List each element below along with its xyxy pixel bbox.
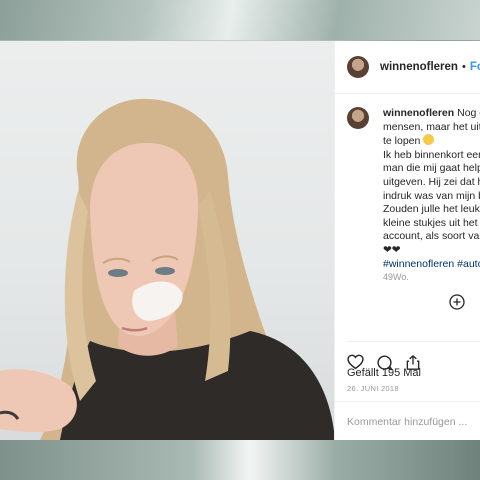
caption-line: mensen, maar het uit bbox=[383, 120, 480, 133]
background-bottom bbox=[0, 440, 480, 480]
likes-count[interactable]: Gefällt 195 Mal bbox=[347, 367, 421, 379]
caption-line: Zouden julle het leuk bbox=[383, 203, 480, 216]
caption-avatar[interactable] bbox=[347, 107, 369, 129]
caption-hashtags[interactable]: #winnenofleren #auto bbox=[383, 258, 480, 270]
instagram-post: winnenofleren • Folg winnenofleren Nog e… bbox=[0, 41, 480, 440]
caption-line: te lopen bbox=[383, 135, 421, 148]
background-top bbox=[0, 0, 480, 40]
comment-box: Kommentar hinzufügen ... bbox=[335, 401, 480, 441]
plus-circle-icon[interactable] bbox=[449, 294, 465, 310]
caption-line: indruk was van mijn b bbox=[383, 189, 480, 202]
caption-text: winnenofleren Nog e mensen, maar het uit… bbox=[383, 107, 480, 285]
post-date: 26. JUNI 2018 bbox=[347, 384, 399, 393]
caption-line: Ik heb binnenkort een bbox=[383, 148, 480, 161]
avatar[interactable] bbox=[347, 56, 369, 78]
caption: winnenofleren Nog e mensen, maar het uit… bbox=[347, 107, 480, 285]
header-username[interactable]: winnenofleren bbox=[380, 61, 458, 73]
caption-line: Nog e bbox=[457, 107, 480, 119]
smile-emoji-icon bbox=[423, 134, 435, 146]
caption-line: kleine stukjes uit het bbox=[383, 216, 478, 229]
caption-line: uitgeven. Hij zei dat h bbox=[383, 175, 480, 188]
portrait-image bbox=[0, 98, 334, 440]
caption-line: man die mij gaat help bbox=[383, 162, 480, 175]
post-header: winnenofleren • Folg bbox=[335, 41, 480, 94]
comment-input[interactable]: Kommentar hinzufügen ... bbox=[347, 416, 467, 428]
caption-line: account, als soort var bbox=[383, 230, 480, 243]
post-photo bbox=[0, 41, 334, 440]
caption-time: 49Wo. bbox=[383, 272, 409, 283]
caption-username[interactable]: winnenofleren bbox=[383, 107, 454, 119]
follow-button[interactable]: Folg bbox=[470, 61, 480, 73]
post-sidebar: winnenofleren • Folg winnenofleren Nog e… bbox=[334, 41, 480, 440]
separator-dot: • bbox=[461, 61, 466, 73]
caption-line: ❤❤ bbox=[383, 243, 401, 256]
